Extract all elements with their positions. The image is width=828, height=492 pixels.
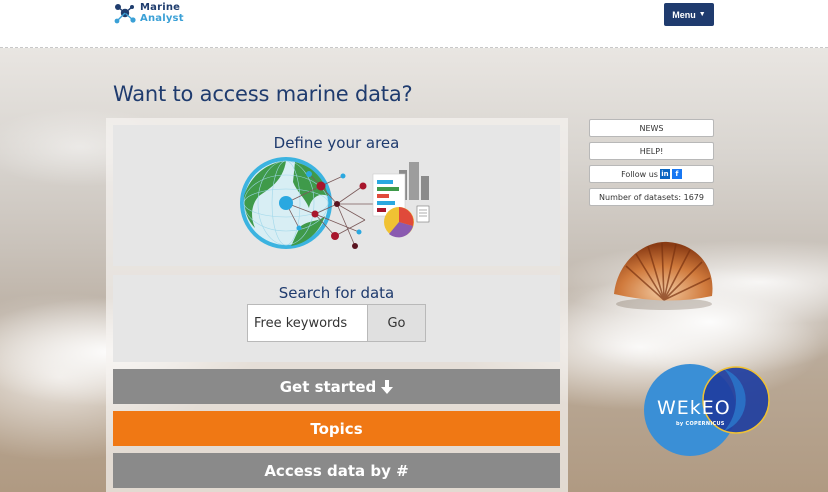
site-header: Marine Analyst Menu ▼ — [0, 0, 828, 48]
arrow-down-icon — [381, 379, 394, 394]
follow-us-label: Follow us — [621, 169, 658, 179]
wekeo-name: WEkEO — [657, 397, 731, 419]
menu-button[interactable]: Menu ▼ — [664, 3, 714, 26]
logo-network-icon — [114, 4, 136, 24]
caret-down-icon: ▼ — [698, 11, 706, 18]
search-title: Search for data — [278, 284, 395, 302]
page-title: Want to access marine data? — [113, 82, 413, 106]
go-button[interactable]: Go — [367, 304, 426, 342]
facebook-icon[interactable]: f — [671, 169, 682, 179]
define-area-title: Define your area — [273, 134, 400, 152]
logo-text-marine: Marine — [140, 2, 181, 13]
topics-button[interactable]: Topics — [113, 411, 560, 446]
marine-analyst-logo[interactable]: Marine Analyst — [112, 2, 184, 26]
get-started-label: Get started — [279, 377, 377, 396]
define-area-panel[interactable]: Define your area — [113, 125, 560, 266]
globe-network-illustration[interactable] — [239, 156, 435, 264]
follow-us-box: Follow us in f — [589, 165, 714, 183]
search-panel: Search for data Go — [113, 275, 560, 362]
get-started-button[interactable]: Get started — [113, 369, 560, 404]
wekeo-logo[interactable]: WEkEO by COPERNICUS — [644, 360, 772, 460]
linkedin-icon[interactable]: in — [659, 169, 670, 179]
seashell-image — [614, 241, 713, 310]
dataset-count-badge: Number of datasets: 1679 — [589, 188, 714, 206]
help-button[interactable]: HELP! — [589, 142, 714, 160]
logo-text-analyst: Analyst — [140, 13, 184, 24]
news-button[interactable]: NEWS — [589, 119, 714, 137]
menu-label: Menu — [672, 9, 696, 20]
wekeo-by-copernicus: by COPERNICUS — [676, 421, 725, 427]
access-data-by-button[interactable]: Access data by # — [113, 453, 560, 488]
search-input[interactable] — [247, 304, 367, 342]
search-group: Go — [247, 304, 426, 342]
